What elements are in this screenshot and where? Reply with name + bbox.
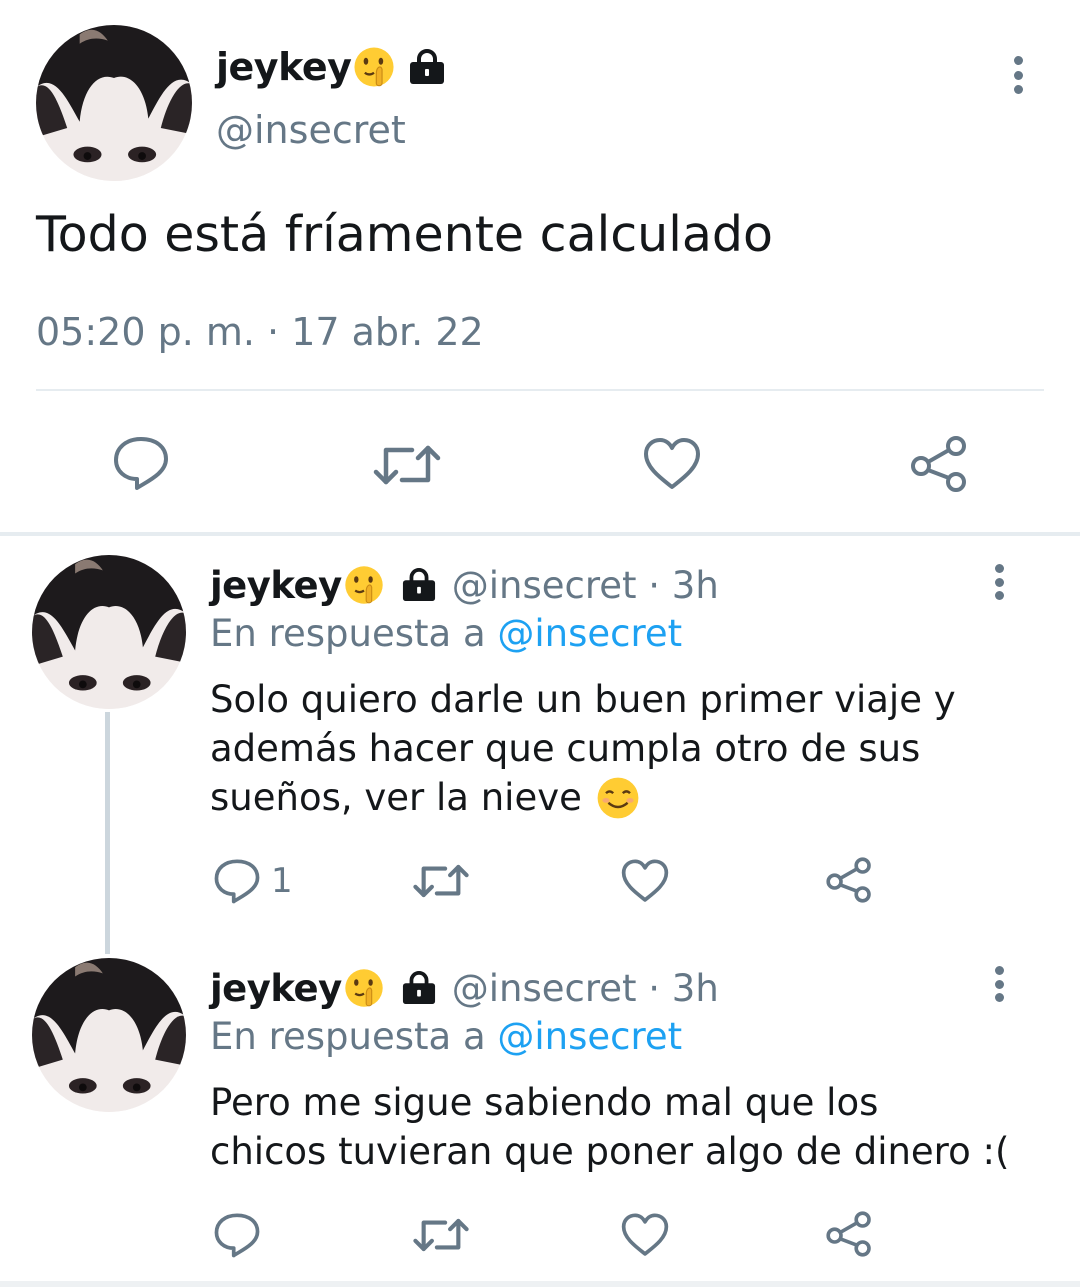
- like-icon: [644, 438, 700, 489]
- smiling-face-emoji: [597, 777, 639, 818]
- tweet-text: Todo está fríamente calculado: [36, 206, 773, 263]
- mention-link[interactable]: @insecret: [497, 1015, 682, 1058]
- more-icon-dot: [994, 591, 1004, 600]
- more-icon-dot: [1013, 85, 1023, 94]
- reply-header: jeykey @insecret · 3h: [210, 563, 719, 607]
- more-icon: [994, 564, 1004, 573]
- text-line-with-emoji: sueños, ver la nieve: [210, 773, 1030, 822]
- more-icon-dot: [994, 993, 1004, 1002]
- share-icon: [826, 857, 871, 903]
- avatar-photo: [32, 958, 186, 1112]
- reply-count: 1: [271, 861, 293, 901]
- like-button[interactable]: [642, 436, 702, 492]
- like-button[interactable]: [620, 1212, 670, 1258]
- handle-and-time[interactable]: @insecret · 3h: [452, 967, 719, 1010]
- replying-to: En respuesta a @insecret: [210, 612, 682, 655]
- retweet-icon: [413, 864, 469, 898]
- author-name-text: jeykey: [216, 45, 352, 89]
- lock-icon: [402, 568, 435, 602]
- more-icon: [1013, 56, 1023, 65]
- thread-connector: [105, 712, 110, 954]
- reply-text: Solo quiero darle un buen primer viaje y…: [210, 675, 1030, 822]
- share-button[interactable]: [824, 1210, 874, 1258]
- share-button[interactable]: [908, 434, 970, 494]
- text-line: Solo quiero darle un buen primer viaje y: [210, 678, 956, 721]
- text-line: además hacer que cumpla otro de sus: [210, 727, 921, 770]
- more-icon-dot: [994, 577, 1004, 587]
- text-line: Pero me sigue sabiendo mal que los: [210, 1081, 879, 1124]
- author-name[interactable]: jeykey: [210, 564, 342, 607]
- text-line: sueños, ver la nieve: [210, 776, 582, 819]
- reply-header: jeykey @insecret · 3h: [210, 966, 719, 1010]
- avatar[interactable]: [36, 25, 192, 181]
- reply-icon: [214, 859, 260, 904]
- more-icon-dot: [994, 979, 1004, 989]
- more-options-button[interactable]: [1011, 56, 1025, 94]
- more-options-button[interactable]: [992, 564, 1006, 600]
- reply-button[interactable]: [213, 1212, 261, 1258]
- shushing-face-emoji: [345, 969, 383, 1007]
- share-button[interactable]: [824, 856, 874, 904]
- lock-icon: [402, 971, 435, 1005]
- retweet-button[interactable]: [412, 862, 470, 900]
- share-icon: [826, 1211, 871, 1257]
- reply-button[interactable]: [112, 435, 170, 491]
- replying-to-label: En respuesta a: [210, 1015, 498, 1058]
- retweet-button[interactable]: [412, 1216, 470, 1254]
- retweet-icon: [413, 1218, 469, 1252]
- more-options-button[interactable]: [992, 966, 1006, 1002]
- replying-to: En respuesta a @insecret: [210, 1015, 682, 1058]
- avatar[interactable]: [32, 555, 186, 709]
- reply-icon: [114, 437, 168, 490]
- section-divider: [0, 532, 1080, 536]
- shushing-face-emoji: [354, 47, 394, 87]
- retweet-button[interactable]: [372, 442, 442, 488]
- avatar-photo: [36, 25, 192, 181]
- like-icon: [621, 859, 669, 902]
- lock-icon: [410, 49, 445, 84]
- mention-link[interactable]: @insecret: [497, 612, 682, 655]
- bottom-divider: [0, 1281, 1080, 1287]
- more-icon: [994, 966, 1004, 975]
- handle-and-time[interactable]: @insecret · 3h: [452, 564, 719, 607]
- more-icon-dot: [1013, 70, 1023, 80]
- reply-icon: [214, 1213, 260, 1258]
- like-icon: [621, 1213, 669, 1256]
- avatar[interactable]: [32, 958, 186, 1112]
- shushing-face-emoji: [345, 566, 383, 604]
- like-button[interactable]: [620, 858, 670, 904]
- replying-to-label: En respuesta a: [210, 612, 498, 655]
- author-handle[interactable]: @insecret: [216, 108, 406, 152]
- tweet-detail-page: jeykey @insecret Todo está fríamente cal…: [0, 0, 1080, 1287]
- retweet-icon: [373, 445, 441, 485]
- text-line: chicos tuvieran que poner algo de dinero…: [210, 1130, 1010, 1173]
- avatar-photo: [32, 555, 186, 709]
- share-icon: [911, 436, 966, 492]
- reply-text: Pero me sigue sabiendo mal que los chico…: [210, 1078, 1030, 1176]
- reply-button[interactable]: 1: [213, 858, 293, 904]
- author-name[interactable]: jeykey: [210, 967, 342, 1010]
- divider: [36, 389, 1044, 391]
- tweet-timestamp[interactable]: 05:20 p. m. · 17 abr. 22: [36, 310, 484, 354]
- author-name[interactable]: jeykey: [216, 44, 447, 90]
